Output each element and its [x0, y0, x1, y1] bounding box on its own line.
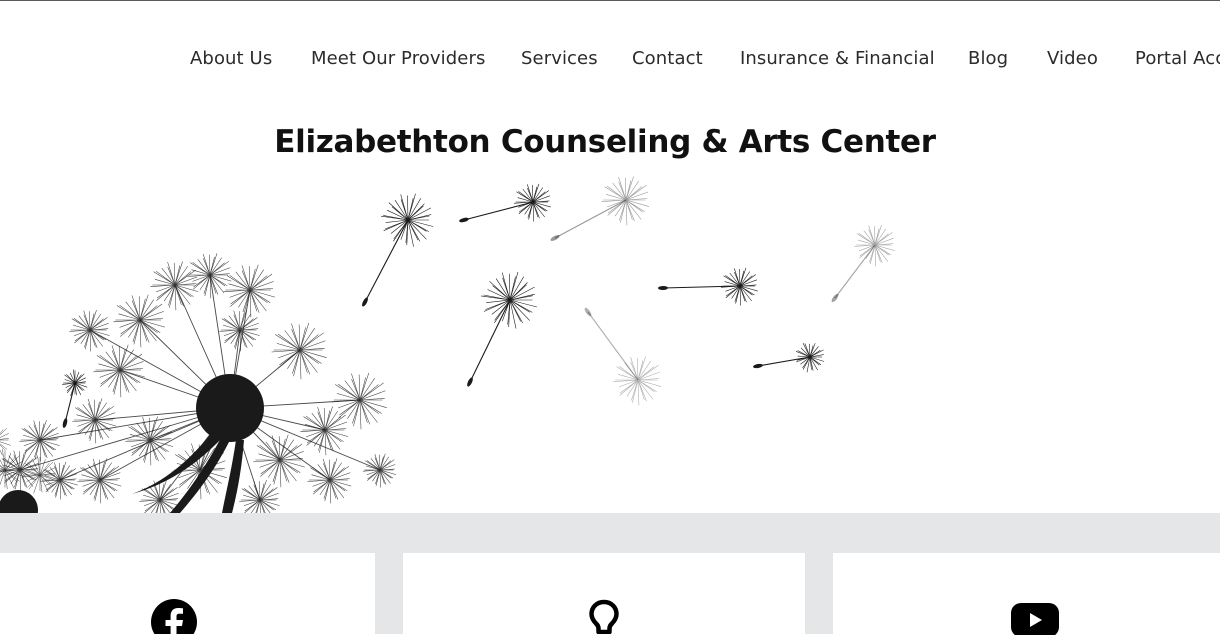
- top-border: [0, 0, 1220, 1]
- dandelion-seed: [584, 307, 662, 406]
- youtube-icon[interactable]: [1010, 601, 1060, 635]
- dandelion-seed: [753, 342, 825, 373]
- hero-dandelion-image: [0, 168, 1220, 513]
- facebook-icon[interactable]: [150, 598, 198, 634]
- dandelion-seed: [550, 176, 650, 241]
- card-facebook[interactable]: [0, 553, 375, 634]
- nav-contact[interactable]: Contact: [632, 48, 703, 69]
- dandelion-seed: [362, 193, 434, 307]
- dandelion-illustration: [0, 176, 895, 513]
- lightbulb-icon[interactable]: [587, 598, 621, 634]
- nav-meet-our-providers[interactable]: Meet Our Providers: [311, 48, 485, 69]
- main-navigation: About Us Meet Our Providers Services Con…: [0, 46, 1220, 76]
- dandelion-seed: [467, 271, 537, 387]
- card-youtube[interactable]: [833, 553, 1220, 635]
- nav-portal-access[interactable]: Portal Acc: [1135, 48, 1220, 69]
- nav-about-us[interactable]: About Us: [190, 48, 272, 69]
- dandelion-seed: [658, 267, 758, 306]
- dandelion-seed: [62, 369, 88, 428]
- card-lightbulb[interactable]: [403, 553, 805, 634]
- dandelion-seed: [831, 225, 895, 303]
- nav-blog[interactable]: Blog: [968, 48, 1008, 69]
- nav-services[interactable]: Services: [521, 48, 598, 69]
- dandelion-seed: [459, 183, 551, 223]
- nav-video[interactable]: Video: [1047, 48, 1098, 69]
- nav-insurance-financial[interactable]: Insurance & Financial: [740, 48, 935, 69]
- page-title: Elizabethton Counseling & Arts Center: [274, 124, 936, 160]
